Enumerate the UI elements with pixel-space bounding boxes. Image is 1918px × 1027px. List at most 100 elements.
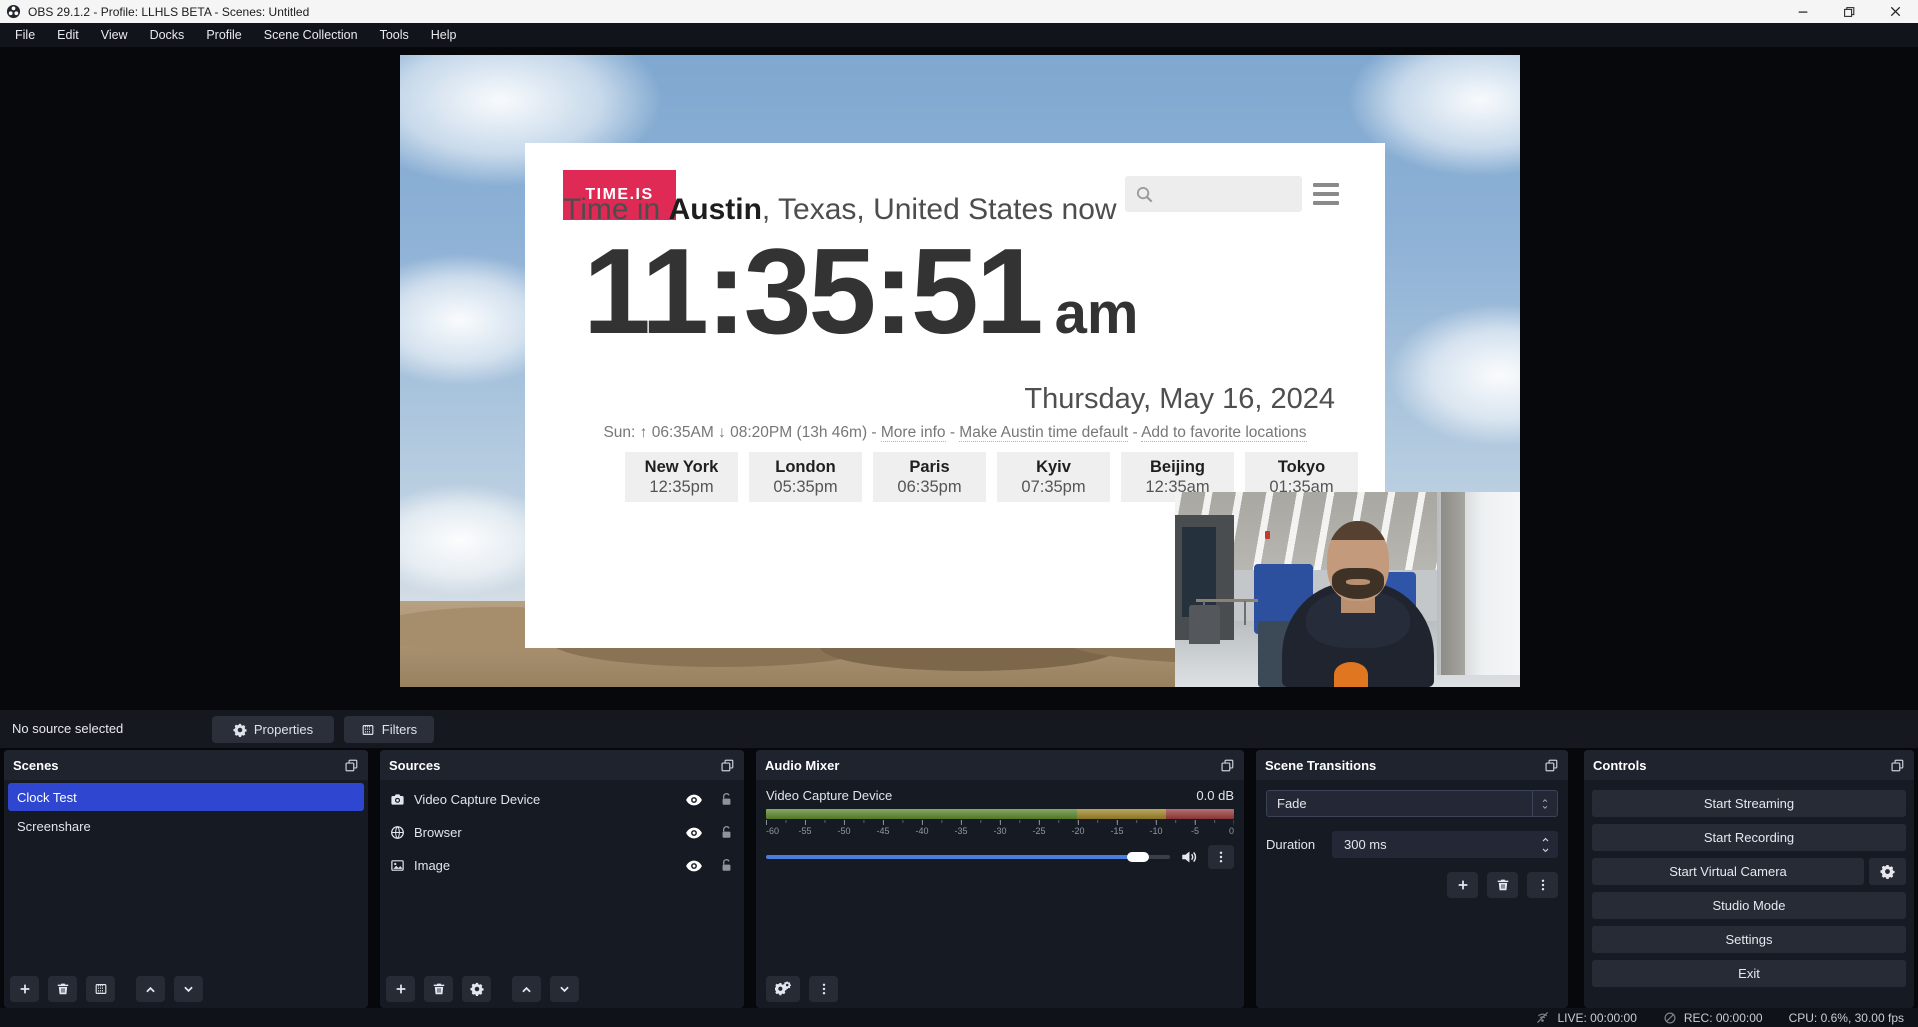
menu-profile[interactable]: Profile [195,23,252,47]
volume-slider-handle[interactable] [1127,852,1149,862]
transition-menu-button[interactable] [1527,872,1558,898]
scene-up-button[interactable] [136,976,165,1002]
start-virtual-camera-button[interactable]: Start Virtual Camera [1592,858,1864,885]
source-row-video-capture-device[interactable]: Video Capture Device [380,783,744,816]
menu-file[interactable]: File [4,23,46,47]
dots-vertical-icon [1214,850,1228,864]
volume-slider[interactable] [766,850,1170,864]
scene-item-screenshare[interactable]: Screenshare [4,812,368,840]
city-paris: Paris06:35pm [873,452,986,502]
menu-edit[interactable]: Edit [46,23,90,47]
source-row-image[interactable]: Image [380,849,744,882]
chevron-down-icon[interactable] [1540,846,1551,855]
trash-icon [1496,878,1510,892]
menu-scene-collection[interactable]: Scene Collection [253,23,369,47]
lock-open-icon[interactable] [719,858,734,873]
volume-meter [766,809,1234,819]
record-inactive-icon [1663,1011,1677,1025]
start-recording-button[interactable]: Start Recording [1592,824,1906,851]
filters-button[interactable]: Filters [344,716,434,743]
mixer-menu-button[interactable] [809,976,838,1002]
speaker-icon[interactable] [1180,848,1198,866]
cloud [1390,305,1520,445]
trash-icon [432,982,446,996]
webcam-overlay [1175,492,1520,687]
mixer-channel-menu-button[interactable] [1208,845,1234,869]
menu-tools[interactable]: Tools [369,23,420,47]
restore-button[interactable] [1826,0,1872,23]
popout-icon[interactable] [1220,758,1235,773]
popout-icon[interactable] [344,758,359,773]
sun-info-line: Sun: ↑ 06:35AM ↓ 08:20PM (13h 46m) - Mor… [525,424,1385,442]
eye-icon[interactable] [685,857,703,875]
menu-help[interactable]: Help [420,23,468,47]
obs-window: OBS 29.1.2 - Profile: LLHLS BETA - Scene… [0,0,1918,1027]
source-down-button[interactable] [550,976,579,1002]
transitions-panel-title: Scene Transitions [1265,758,1376,773]
studio-mode-button[interactable]: Studio Mode [1592,892,1906,919]
lock-open-icon[interactable] [719,792,734,807]
popout-icon[interactable] [1544,758,1559,773]
virtual-camera-config-button[interactable] [1869,858,1906,885]
lock-open-icon[interactable] [719,825,734,840]
source-up-button[interactable] [512,976,541,1002]
filter-icon [94,982,108,996]
audio-mixer-panel: Audio Mixer Video Capture Device 0.0 dB … [756,750,1244,1008]
gear-icon [470,982,484,996]
menu-view[interactable]: View [90,23,139,47]
add-source-button[interactable] [386,976,415,1002]
stream-inactive-icon [1535,1010,1550,1025]
close-button[interactable] [1872,0,1918,23]
webcam-exit-sign [1265,531,1270,539]
properties-button[interactable]: Properties [212,716,334,743]
gear-icon [233,723,247,737]
webcam-chair [1189,605,1220,644]
add-transition-button[interactable] [1447,872,1478,898]
audio-mixer-title: Audio Mixer [765,758,839,773]
controls-panel: Controls Start Streaming Start Recording… [1584,750,1914,1008]
chevron-up-icon [144,983,157,996]
start-streaming-button[interactable]: Start Streaming [1592,790,1906,817]
advanced-audio-button[interactable] [766,976,800,1002]
chevron-up-icon [520,983,533,996]
add-scene-button[interactable] [10,976,39,1002]
combo-arrows[interactable] [1532,791,1557,816]
remove-scene-button[interactable] [48,976,77,1002]
live-status: LIVE: 00:00:00 [1535,1010,1636,1025]
popout-icon[interactable] [1890,758,1905,773]
rec-status: REC: 00:00:00 [1663,1011,1763,1025]
scene-filters-button[interactable] [86,976,115,1002]
meter-tick-marks [766,820,1234,825]
current-date: Thursday, May 16, 2024 [1024,383,1335,416]
program-canvas: TIME.IS Time in Austin, Texas, United St… [0,47,1918,710]
plus-icon [394,982,408,996]
eye-icon[interactable] [685,791,703,809]
transition-select[interactable]: Fade [1266,790,1558,817]
sources-panel: Sources Video Capture Device Browser Ima… [380,750,744,1008]
controls-panel-title: Controls [1593,758,1646,773]
popout-icon[interactable] [720,758,735,773]
eye-icon[interactable] [685,824,703,842]
scene-item-clock-test[interactable]: Clock Test [8,783,364,811]
scene-preview[interactable]: TIME.IS Time in Austin, Texas, United St… [400,55,1520,687]
source-row-browser[interactable]: Browser [380,816,744,849]
remove-source-button[interactable] [424,976,453,1002]
city-kyiv: Kyiv07:35pm [997,452,1110,502]
exit-button[interactable]: Exit [1592,960,1906,987]
chevron-down-icon [1541,804,1549,811]
scenes-panel-title: Scenes [13,758,59,773]
menu-docks[interactable]: Docks [139,23,196,47]
make-default-link: Make Austin time default [959,424,1128,442]
double-gear-icon [775,981,791,997]
obs-logo-icon [6,4,21,19]
chevron-up-icon[interactable] [1540,835,1551,844]
minimize-button[interactable] [1780,0,1826,23]
remove-transition-button[interactable] [1487,872,1518,898]
chevron-down-icon [182,983,195,996]
settings-button[interactable]: Settings [1592,926,1906,953]
scene-down-button[interactable] [174,976,203,1002]
duration-spinbox[interactable]: 300 ms [1332,831,1558,858]
source-properties-button[interactable] [462,976,491,1002]
dots-vertical-icon [1536,878,1550,892]
plus-icon [1456,878,1470,892]
